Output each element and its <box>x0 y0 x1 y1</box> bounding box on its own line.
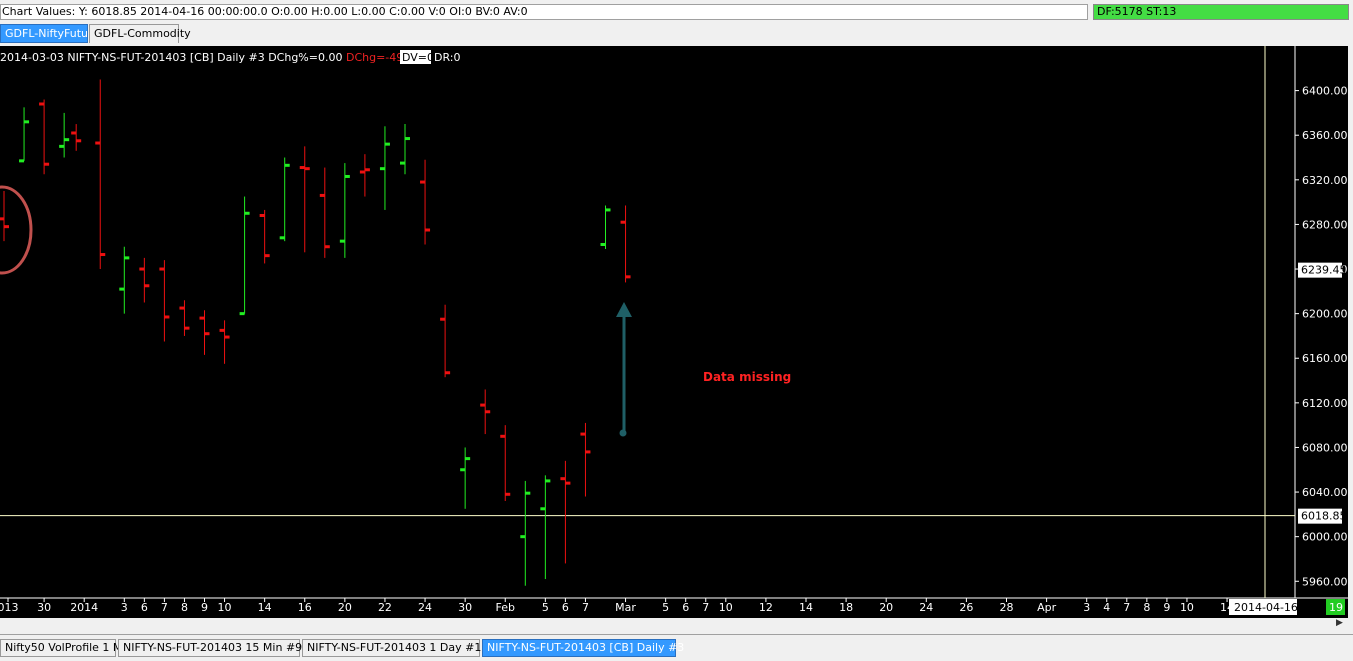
time-tick-label: 20 <box>879 601 893 614</box>
price-tick-label: 6040.00 <box>1302 486 1348 499</box>
scroll-right-arrow-icon[interactable]: ▶ <box>1336 618 1348 630</box>
tab-nifty-15min[interactable]: NIFTY-NS-FUT-201403 15 Min #9 <box>118 639 302 657</box>
chart-info-text: 2014-03-03 NIFTY-NS-FUT-201403 [CB] Dail… <box>0 51 421 64</box>
price-tick-label: 5960.00 <box>1302 575 1348 588</box>
price-tick-label: 6400.00 <box>1302 85 1348 98</box>
time-tick-label: 12 <box>759 601 773 614</box>
time-tick-label: Mar <box>615 601 636 614</box>
time-tick-label: 7 <box>702 601 709 614</box>
price-tick-label: 6160.00 <box>1302 352 1348 365</box>
time-tick-label: 6 <box>682 601 689 614</box>
time-tick-label: 26 <box>959 601 973 614</box>
data-missing-annotation: Data missing <box>703 370 791 384</box>
time-tick-label: 10 <box>218 601 232 614</box>
time-tick-label: Feb <box>496 601 515 614</box>
annotation-arrow-tail <box>619 429 627 437</box>
price-tick-label: 6280.00 <box>1302 218 1348 231</box>
tab-nifty-1day[interactable]: NIFTY-NS-FUT-201403 1 Day #1 <box>302 639 481 657</box>
time-tick-label: 6 <box>562 601 569 614</box>
time-tick-label: 5 <box>662 601 669 614</box>
time-tick-label: 20 <box>338 601 352 614</box>
time-tick-label: 30 <box>458 601 472 614</box>
time-tick-label: 013 <box>0 601 19 614</box>
time-tick-label: 4 <box>1103 601 1110 614</box>
crosshair-date-label: 2014-04-16 <box>1234 601 1298 614</box>
price-chart[interactable]: 2014-03-03 NIFTY-NS-FUT-201403 [CB] Dail… <box>0 46 1348 618</box>
time-tick-label: 14 <box>799 601 813 614</box>
time-tick-label: 22 <box>378 601 392 614</box>
tab-gdfl-niftyfuture[interactable]: GDFL-NiftyFuture <box>0 24 99 43</box>
time-tick-label: 10 <box>1180 601 1194 614</box>
time-tick-label: 6 <box>141 601 148 614</box>
time-tick-label: 30 <box>37 601 51 614</box>
top-status-area: Chart Values: Y: 6018.85 2014-04-16 00:0… <box>0 0 1353 24</box>
time-tick-label: 3 <box>121 601 128 614</box>
tab-gdfl-commodity[interactable]: GDFL-Commodity <box>89 24 191 43</box>
price-tick-label: 6000.00 <box>1302 531 1348 544</box>
time-tick-label: 18 <box>839 601 853 614</box>
time-tick-label: 9 <box>201 601 208 614</box>
tab-nifty50-volprofile[interactable]: Nifty50 VolProfile 1 Min <box>0 639 132 657</box>
price-tick-label: 6320.00 <box>1302 174 1348 187</box>
time-tick-label: 5 <box>542 601 549 614</box>
time-tick-label: Apr <box>1037 601 1057 614</box>
chart-values-readout: Chart Values: Y: 6018.85 2014-04-16 00:0… <box>0 4 1088 20</box>
chart-header-strip <box>0 46 1348 48</box>
time-tick-label: 14 <box>258 601 272 614</box>
time-tick-label: 28 <box>1000 601 1014 614</box>
dv-label: DV=0 <box>402 51 434 64</box>
chart-background <box>0 46 1348 618</box>
crosshair-price-label: 6018.85 <box>1301 510 1347 523</box>
time-tick-label: 24 <box>418 601 432 614</box>
price-tick-label: 6080.00 <box>1302 441 1348 454</box>
crosshair-corner-label: 19 <box>1329 601 1343 614</box>
time-tick-label: 24 <box>919 601 933 614</box>
time-tick-label: 3 <box>1083 601 1090 614</box>
time-tick-label: 2014 <box>70 601 98 614</box>
time-tick-label: 8 <box>1143 601 1150 614</box>
time-tick-label: 16 <box>298 601 312 614</box>
bottom-tabbar: Nifty50 VolProfile 1 Min NIFTY-NS-FUT-20… <box>0 634 1353 661</box>
time-tick-label: 8 <box>181 601 188 614</box>
time-tick-label: 7 <box>1123 601 1130 614</box>
price-tick-label: 6120.00 <box>1302 397 1348 410</box>
right-scroll-panel <box>1348 44 1353 634</box>
price-tick-label: 6360.00 <box>1302 129 1348 142</box>
time-tick-label: 9 <box>1163 601 1170 614</box>
time-axis: 013 30 2014 3 6 7 8 9 10 14 16 20 22 24 30 Feb 5 6 7 Mar 5 6 7… <box>0 598 1234 614</box>
price-tick-label: 6200.00 <box>1302 308 1348 321</box>
time-tick-label: 7 <box>161 601 168 614</box>
tab-nifty-daily-cb[interactable]: NIFTY-NS-FUT-201403 [CB] Daily #3 <box>482 639 684 657</box>
last-price-label: 6239.45 <box>1301 264 1347 277</box>
time-tick-label: 10 <box>719 601 733 614</box>
df-status-badge: DF:5178 ST:13 <box>1093 4 1349 20</box>
dr-label: DR:0 <box>434 51 460 64</box>
time-tick-label: 7 <box>582 601 589 614</box>
